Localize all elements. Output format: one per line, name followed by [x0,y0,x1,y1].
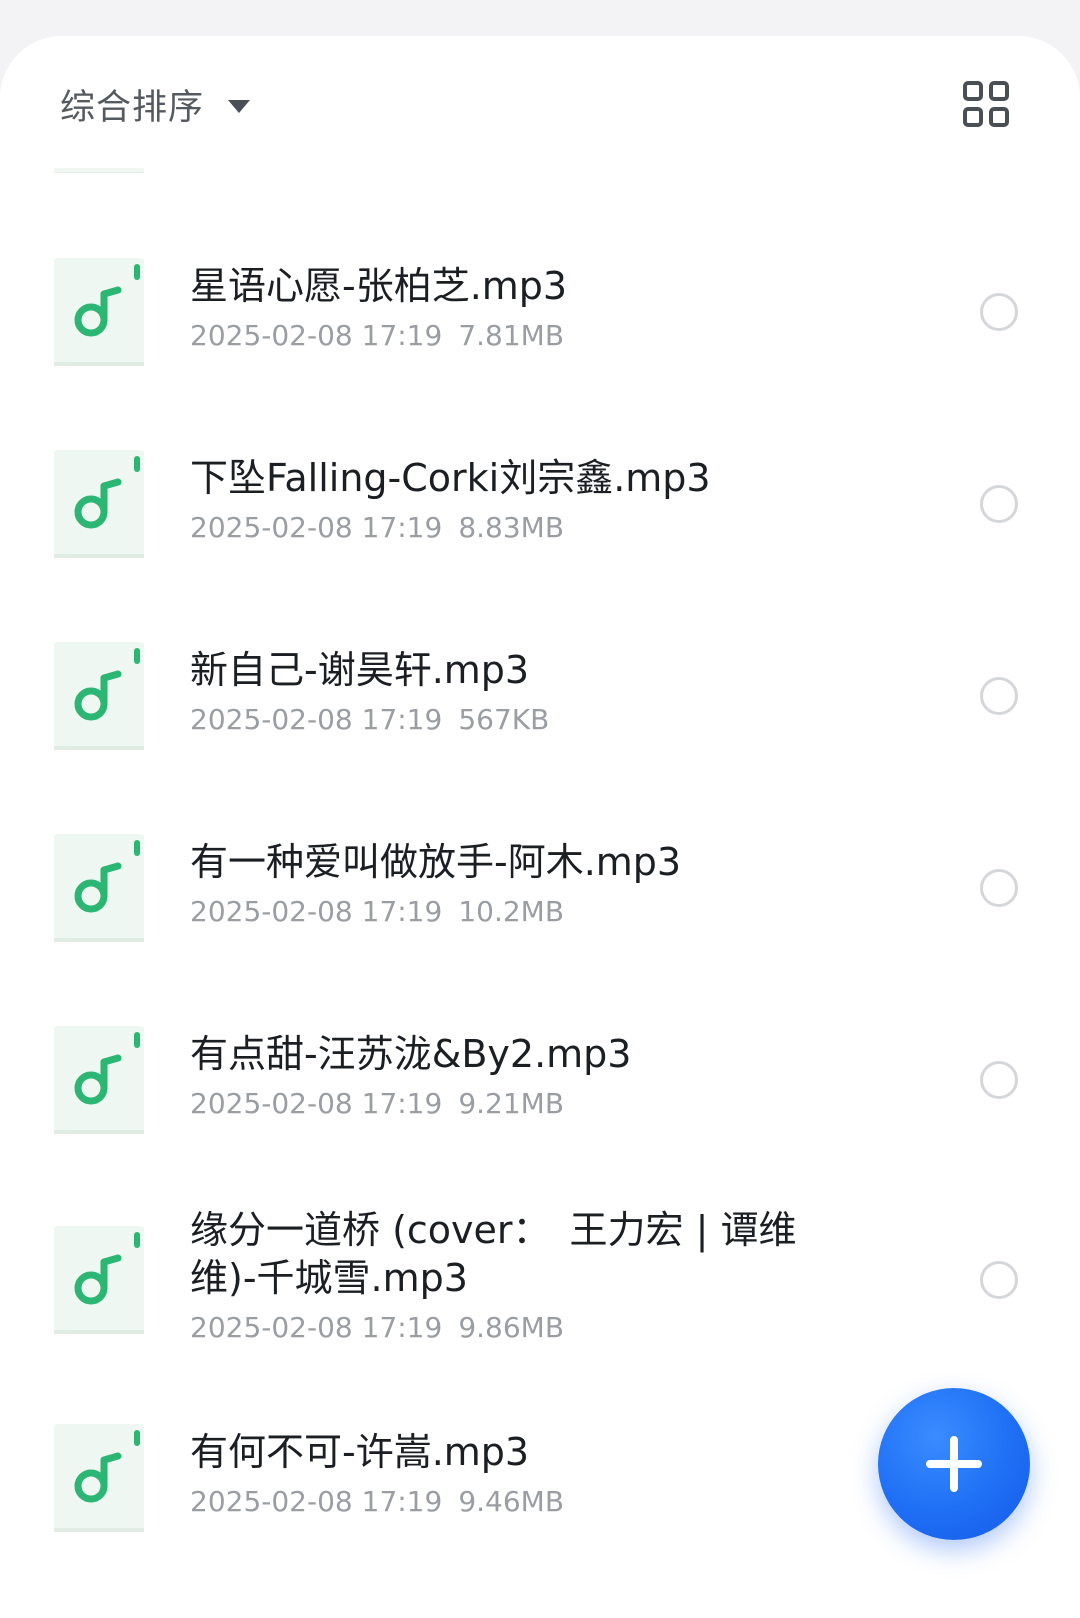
file-name: 有一种爱叫做放手-阿木.mp3 [190,840,682,884]
caret-down-icon [228,99,251,113]
file-meta: 2025-02-08 17:19 9.21MB [190,1086,564,1122]
select-radio[interactable] [980,677,1018,715]
file-date: 2025-02-08 17:19 [190,319,443,352]
file-row[interactable]: 新自己-谢昊轩.mp3 2025-02-08 17:19 567KB [0,642,1080,750]
select-radio[interactable] [980,1061,1018,1099]
file-meta: 2025-02-08 17:19 8.83MB [190,510,564,546]
file-size: 8.83MB [458,511,565,544]
music-file-icon [54,258,144,366]
file-row[interactable]: 下坠Falling-Corki刘宗鑫.mp3 2025-02-08 17:19 8… [0,450,1080,558]
sort-label: 综合排序 [60,87,205,128]
file-name: 下坠Falling-Corki刘宗鑫.mp3 [190,456,711,500]
grid-view-icon [963,81,1009,127]
file-meta: 2025-02-08 17:19 9.86MB [190,1310,564,1346]
file-date: 2025-02-08 17:19 [190,895,443,928]
list-toolbar: 综合排序 [0,36,1080,168]
file-row[interactable]: 缘分一道桥 (cover： 王力宏 | 谭维维)-千城雪.mp3 2025-02… [0,1206,1080,1354]
file-name: 新自己-谢昊轩.mp3 [190,648,530,692]
file-date: 2025-02-08 17:19 [190,703,443,736]
file-row[interactable]: 有一种爱叫做放手-阿木.mp3 2025-02-08 17:19 10.2MB [0,834,1080,942]
file-name: 有何不可-许嵩.mp3 [190,1430,530,1474]
file-name: 缘分一道桥 (cover： 王力宏 | 谭维维)-千城雪.mp3 [190,1208,797,1300]
file-size: 7.81MB [458,319,565,352]
select-radio[interactable] [980,485,1018,523]
select-radio[interactable] [980,293,1018,331]
file-meta: 2025-02-08 17:19 7.81MB [190,318,564,354]
plus-icon [926,1436,982,1492]
file-browser-sheet: 星语心愿-张柏芝.mp3 2025-02-08 17:19 7.81MB 下坠Fa… [0,36,1080,1618]
file-meta: 2025-02-08 17:19 567KB [190,702,549,738]
file-date: 2025-02-08 17:19 [190,1087,443,1120]
file-name: 有点甜-汪苏泷&By2.mp3 [190,1032,632,1076]
select-radio[interactable] [980,1261,1018,1299]
file-date: 2025-02-08 17:19 [190,1311,443,1344]
music-file-icon [54,1226,144,1334]
add-button[interactable] [878,1388,1030,1540]
file-size: 567KB [458,703,550,736]
file-date: 2025-02-08 17:19 [190,511,443,544]
file-row[interactable]: 星语心愿-张柏芝.mp3 2025-02-08 17:19 7.81MB [0,258,1080,366]
file-row[interactable]: 有点甜-汪苏泷&By2.mp3 2025-02-08 17:19 9.21MB [0,1026,1080,1134]
music-file-icon [54,1026,144,1134]
music-file-icon [54,642,144,750]
file-size: 10.2MB [458,895,565,928]
music-file-icon [54,834,144,942]
music-file-icon [54,1424,144,1532]
file-name: 星语心愿-张柏芝.mp3 [190,264,568,308]
music-file-icon [54,450,144,558]
select-radio[interactable] [980,869,1018,907]
sort-dropdown[interactable]: 综合排序 [60,76,251,132]
file-list[interactable]: 星语心愿-张柏芝.mp3 2025-02-08 17:19 7.81MB 下坠Fa… [0,36,1080,1618]
file-size: 9.21MB [458,1087,565,1120]
file-date: 2025-02-08 17:19 [190,1485,443,1518]
file-meta: 2025-02-08 17:19 9.46MB [190,1484,564,1520]
file-size: 9.46MB [458,1485,565,1518]
grid-view-toggle[interactable] [962,80,1010,128]
file-meta: 2025-02-08 17:19 10.2MB [190,894,564,930]
file-size: 9.86MB [458,1311,565,1344]
